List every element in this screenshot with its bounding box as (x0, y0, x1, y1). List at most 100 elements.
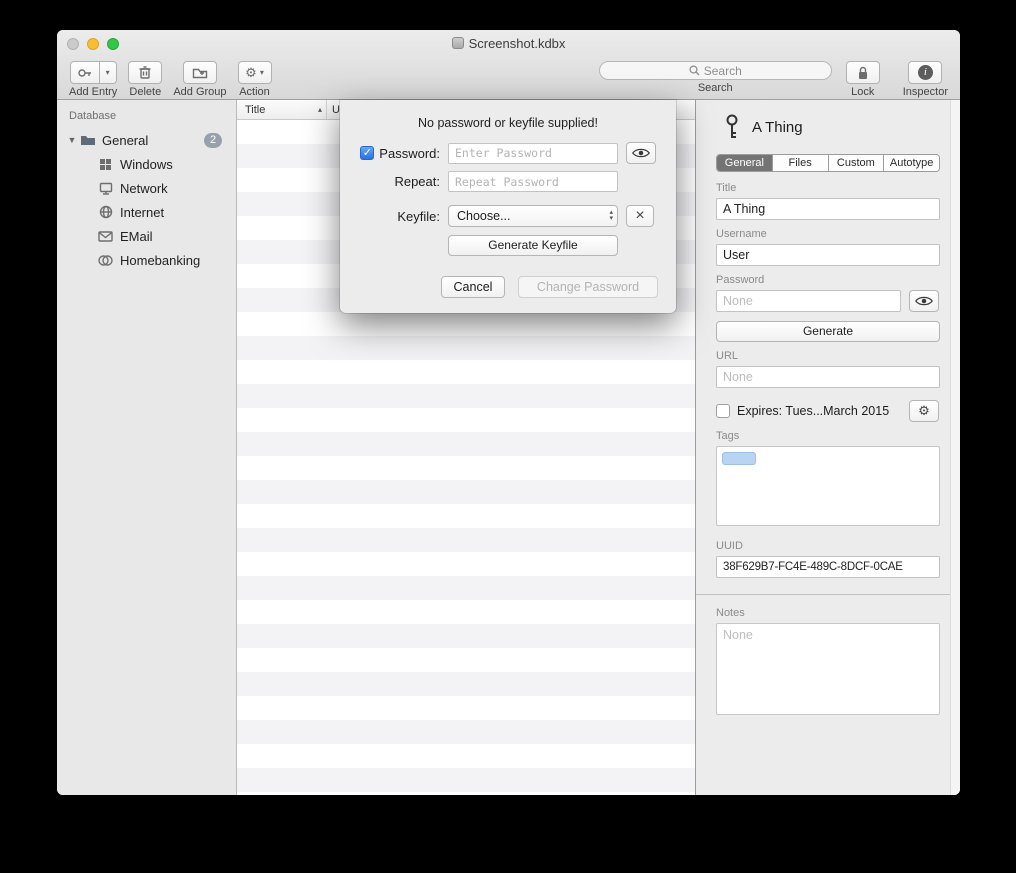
password-checkbox[interactable]: ✓ (360, 146, 374, 160)
change-password-button[interactable]: Change Password (518, 276, 658, 298)
add-entry-button[interactable] (70, 61, 100, 84)
add-group-label: Add Group (173, 86, 226, 98)
titlebar: Screenshot.kdbx (57, 30, 960, 58)
keyfile-popup[interactable]: Choose... ▴▾ (448, 205, 618, 227)
delete-group: Delete (128, 61, 162, 98)
add-entry-label: Add Entry (69, 86, 117, 98)
inspector-scrollbar[interactable] (950, 100, 960, 795)
tags-label: Tags (716, 430, 939, 442)
eye-icon (632, 147, 650, 159)
sidebar-section-header: Database (57, 106, 236, 128)
tab-autotype[interactable]: Autotype (884, 155, 939, 171)
sidebar-item-internet[interactable]: Internet (57, 200, 236, 224)
reveal-password-button[interactable] (909, 290, 939, 312)
password-field[interactable] (716, 290, 901, 312)
sidebar-item-homebanking[interactable]: Homebanking (57, 248, 236, 272)
tab-custom[interactable]: Custom (829, 155, 885, 171)
sidebar-item-label: Windows (120, 157, 173, 172)
gear-icon: ⚙ (245, 65, 257, 81)
repeat-label: Repeat: (394, 174, 440, 189)
sidebar-item-label: Internet (120, 205, 164, 220)
title-field-label: Title (716, 182, 939, 194)
lock-button[interactable] (846, 61, 880, 84)
expires-settings-button[interactable]: ⚙ (909, 400, 939, 422)
document-icon (452, 37, 464, 49)
delete-label: Delete (129, 86, 161, 98)
generate-password-button[interactable]: Generate (716, 321, 940, 342)
trash-icon (138, 65, 152, 80)
tab-files[interactable]: Files (773, 155, 829, 171)
expires-label: Expires: Tues...March 2015 (737, 404, 889, 418)
lock-icon (857, 66, 869, 80)
windows-icon (97, 157, 114, 172)
clear-keyfile-button[interactable]: × (626, 205, 654, 227)
sidebar-item-email[interactable]: EMail (57, 224, 236, 248)
inspector-divider (696, 594, 960, 595)
repeat-password-input[interactable] (448, 171, 618, 192)
folder-plus-icon (192, 66, 208, 79)
delete-button[interactable] (128, 61, 162, 84)
key-icon (724, 114, 740, 140)
close-x-icon: × (635, 208, 644, 224)
generate-keyfile-button[interactable]: Generate Keyfile (448, 235, 618, 256)
enter-password-input[interactable] (448, 143, 618, 164)
show-password-button[interactable] (626, 142, 656, 164)
globe-icon (97, 205, 114, 220)
tab-general[interactable]: General (717, 155, 773, 171)
username-field[interactable] (716, 244, 940, 266)
lock-group: Lock (846, 61, 880, 98)
inspector-label: Inspector (903, 86, 948, 98)
title-field[interactable] (716, 198, 940, 220)
notes-field[interactable] (716, 623, 940, 715)
add-group-group: Add Group (173, 61, 226, 98)
window-chrome: Screenshot.kdbx ▾ Add Entry (57, 30, 960, 100)
cancel-button[interactable]: Cancel (441, 276, 505, 298)
column-header-title[interactable]: Title ▴ (237, 100, 327, 119)
tags-box[interactable] (716, 446, 940, 526)
sheet-message: No password or keyfile supplied! (340, 116, 676, 130)
expires-row: Expires: Tues...March 2015 ⚙ (716, 400, 939, 422)
popup-chevrons-icon: ▴▾ (609, 210, 613, 222)
add-entry-group: ▾ Add Entry (69, 61, 117, 98)
add-group-button[interactable] (183, 61, 217, 84)
password-field-label: Password (716, 274, 939, 286)
search-group: Search Search (599, 61, 832, 94)
password-label: Password: (379, 146, 440, 161)
search-placeholder: Search (704, 64, 742, 78)
uuid-field[interactable] (716, 556, 940, 578)
chevron-down-icon: ▾ (260, 68, 264, 77)
app-window: Screenshot.kdbx ▾ Add Entry (57, 30, 960, 795)
search-label: Search (698, 82, 733, 94)
eye-icon (915, 295, 933, 307)
password-sheet: No password or keyfile supplied! ✓ Passw… (340, 100, 676, 313)
action-label: Action (239, 86, 270, 98)
sidebar: Database ▼ General 2 Windows (57, 100, 237, 795)
action-button[interactable]: ⚙ ▾ (238, 61, 272, 84)
sidebar-item-network[interactable]: Network (57, 176, 236, 200)
sidebar-item-label: EMail (120, 229, 153, 244)
keyfile-label: Keyfile: (397, 209, 440, 224)
url-field[interactable] (716, 366, 940, 388)
sidebar-item-label: Network (120, 181, 168, 196)
search-input[interactable]: Search (599, 61, 832, 80)
inspector-panel: A Thing General Files Custom Autotype Ti… (695, 100, 960, 795)
info-icon: i (918, 65, 933, 80)
add-entry-dropdown[interactable]: ▾ (100, 61, 117, 84)
sidebar-item-label: Homebanking (120, 253, 200, 268)
envelope-icon (97, 229, 114, 244)
inspector-header: A Thing (724, 114, 939, 140)
monitor-icon (97, 181, 114, 196)
search-icon (689, 65, 700, 76)
sidebar-group-label: General (102, 133, 148, 148)
inspector-button[interactable]: i (908, 61, 942, 84)
disclosure-triangle-icon[interactable]: ▼ (65, 135, 79, 145)
uuid-label: UUID (716, 540, 939, 552)
url-field-label: URL (716, 350, 939, 362)
sidebar-group-general[interactable]: ▼ General 2 (57, 128, 236, 152)
expires-checkbox[interactable] (716, 404, 730, 418)
inspector-tabs: General Files Custom Autotype (716, 154, 940, 172)
notes-label: Notes (716, 607, 939, 619)
tag-chip[interactable] (722, 452, 756, 465)
window-title: Screenshot.kdbx (57, 30, 960, 58)
sidebar-item-windows[interactable]: Windows (57, 152, 236, 176)
